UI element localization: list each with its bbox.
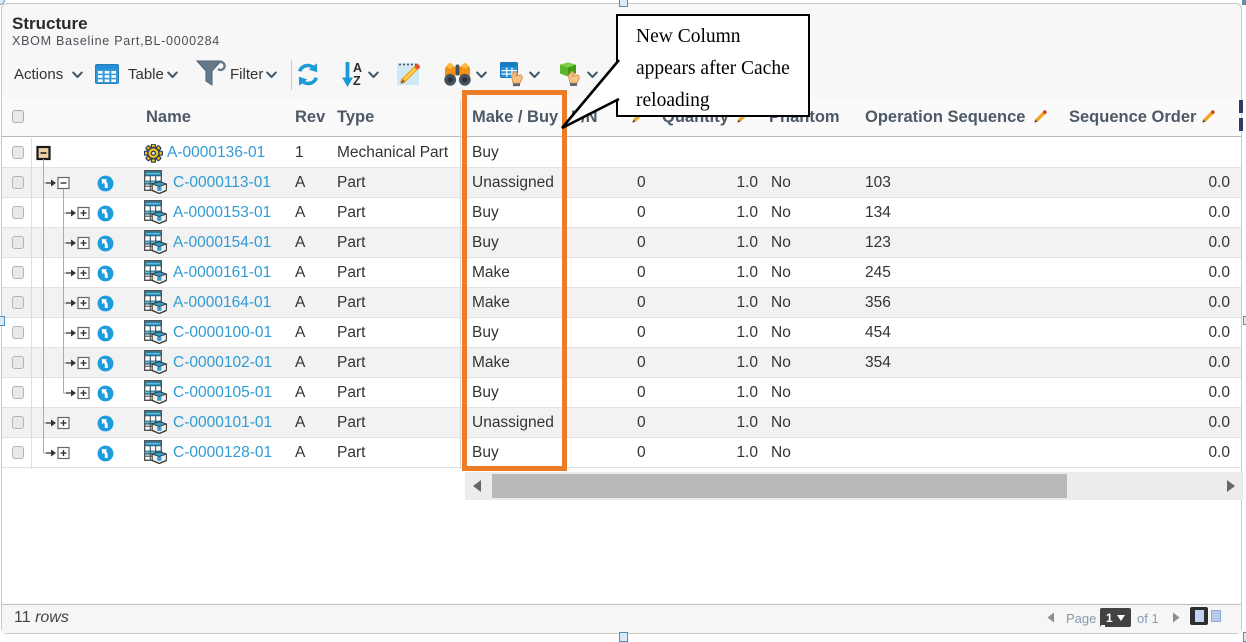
svg-text:Z: Z [353,74,361,88]
svg-text:A: A [353,61,362,75]
